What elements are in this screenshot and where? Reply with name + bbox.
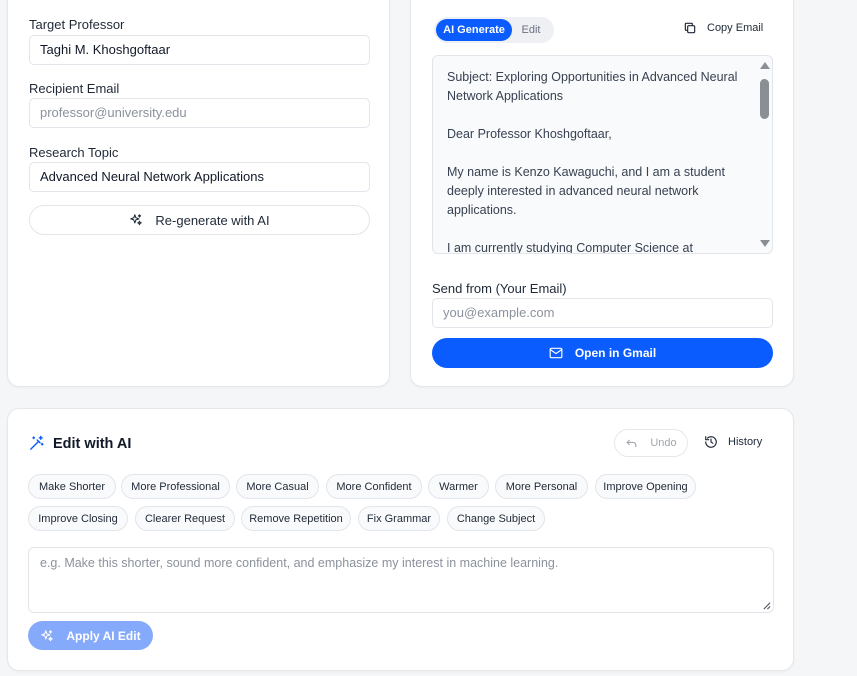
- chip-more-confident[interactable]: More Confident: [326, 474, 422, 499]
- edit-with-ai-title: Edit with AI: [28, 435, 131, 452]
- apply-ai-edit-label: Apply AI Edit: [66, 628, 141, 643]
- research-topic-label: Research Topic: [29, 145, 119, 160]
- ai-instruction-textarea[interactable]: e.g. Make this shorter, sound more confi…: [28, 547, 774, 613]
- scroll-down-arrow-icon[interactable]: [760, 240, 770, 247]
- mail-icon: [549, 347, 563, 359]
- tab-edit[interactable]: Edit: [512, 19, 550, 41]
- edit-with-ai-label: Edit with AI: [53, 435, 132, 452]
- chip-make-shorter[interactable]: Make Shorter: [28, 474, 116, 499]
- chip-warmer[interactable]: Warmer: [428, 474, 489, 499]
- scroll-up-arrow-icon[interactable]: [760, 62, 770, 69]
- chip-improve-closing[interactable]: Improve Closing: [28, 506, 128, 531]
- regenerate-label: Re-generate with AI: [155, 212, 270, 228]
- history-button[interactable]: History: [704, 435, 762, 449]
- send-from-input[interactable]: you@example.com: [432, 298, 773, 328]
- chip-improve-opening[interactable]: Improve Opening: [595, 474, 696, 499]
- email-form-card: Target Professor Taghi M. Khoshgoftaar R…: [7, 0, 390, 387]
- resize-handle-icon[interactable]: [762, 601, 771, 610]
- chip-more-professional[interactable]: More Professional: [121, 474, 230, 499]
- edit-with-ai-card: Edit with AI Undo History Make Shorter M…: [7, 408, 794, 671]
- email-body-text: Subject: Exploring Opportunities in Adva…: [447, 70, 738, 254]
- email-preview-card: AI Generate Edit Copy Email Subject: Exp…: [410, 0, 794, 387]
- undo-icon: [625, 438, 638, 449]
- history-label: History: [728, 436, 763, 448]
- magic-wand-icon: [28, 435, 45, 452]
- research-topic-input[interactable]: Advanced Neural Network Applications: [29, 162, 370, 192]
- mode-toggle: AI Generate Edit: [434, 17, 554, 43]
- chip-more-casual[interactable]: More Casual: [236, 474, 319, 499]
- recipient-email-input[interactable]: professor@university.edu: [29, 98, 370, 128]
- copy-icon: [683, 21, 697, 35]
- regenerate-button[interactable]: Re-generate with AI: [29, 205, 370, 235]
- undo-button[interactable]: Undo: [614, 429, 688, 457]
- email-body-box[interactable]: Subject: Exploring Opportunities in Adva…: [432, 55, 773, 254]
- professor-input[interactable]: Taghi M. Khoshgoftaar: [29, 35, 370, 65]
- recipient-email-label: Recipient Email: [29, 81, 120, 96]
- apply-ai-edit-button[interactable]: Apply AI Edit: [28, 621, 153, 650]
- tab-ai-generate[interactable]: AI Generate: [436, 19, 512, 41]
- copy-email-label: Copy Email: [707, 22, 764, 34]
- copy-email-button[interactable]: Copy Email: [683, 21, 763, 35]
- send-from-label: Send from (Your Email): [432, 281, 567, 296]
- open-in-gmail-label: Open in Gmail: [574, 346, 657, 360]
- chip-fix-grammar[interactable]: Fix Grammar: [358, 506, 440, 531]
- sparkles-icon: [40, 629, 54, 643]
- undo-label: Undo: [650, 437, 677, 449]
- chip-clearer-request[interactable]: Clearer Request: [135, 506, 235, 531]
- professor-label: Target Professor: [29, 17, 125, 32]
- ai-instruction-placeholder: e.g. Make this shorter, sound more confi…: [40, 556, 559, 570]
- sparkles-icon: [129, 213, 143, 227]
- chip-more-personal[interactable]: More Personal: [495, 474, 588, 499]
- history-icon: [704, 435, 718, 449]
- email-scrollbar[interactable]: [757, 56, 771, 253]
- chip-remove-repetition[interactable]: Remove Repetition: [241, 506, 351, 531]
- scrollbar-thumb[interactable]: [760, 79, 769, 119]
- chip-change-subject[interactable]: Change Subject: [447, 506, 545, 531]
- open-in-gmail-button[interactable]: Open in Gmail: [432, 338, 773, 368]
